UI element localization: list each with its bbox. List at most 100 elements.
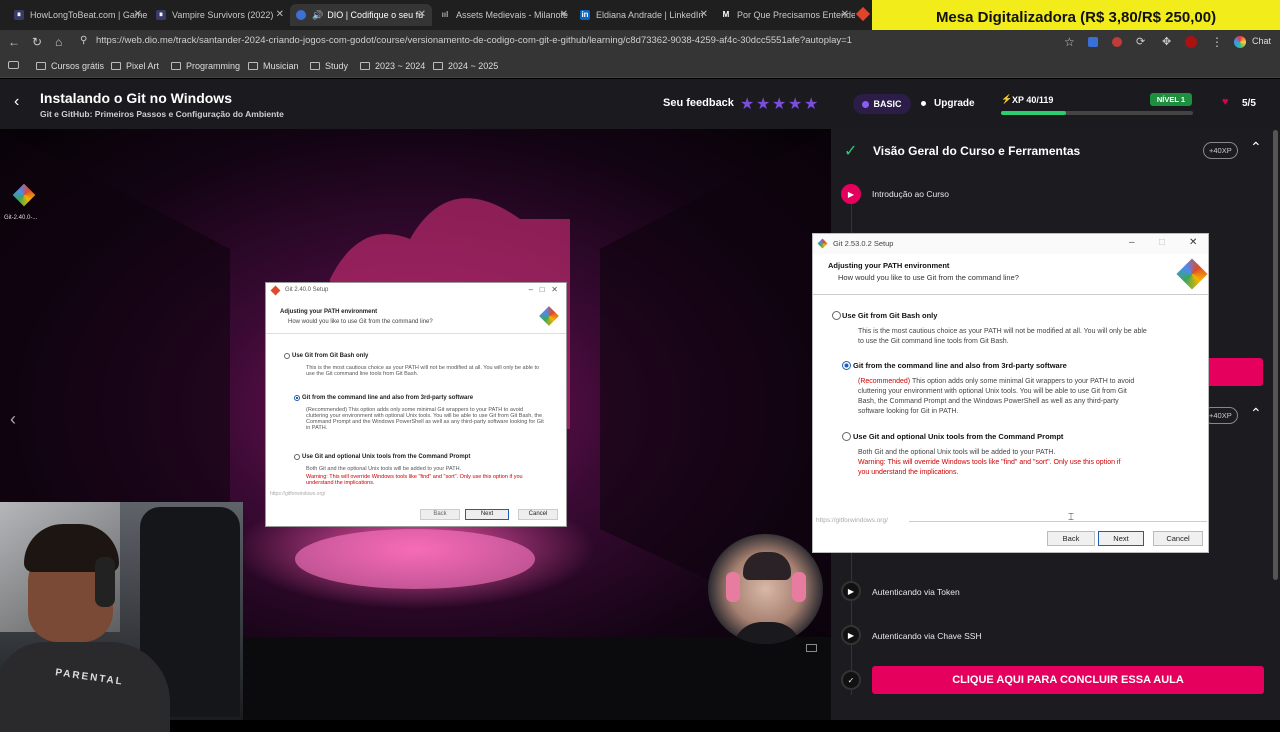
xp-progress-fill: [1001, 111, 1066, 115]
linkedin-icon: in: [580, 10, 590, 20]
browser-tab[interactable]: M Por Que Precisamos Entende ✕: [715, 4, 855, 26]
bookmark-folder[interactable]: Programming: [171, 61, 240, 71]
star-icon[interactable]: ★: [740, 94, 754, 114]
option-command-line[interactable]: Git from the command line and also from …: [842, 361, 1067, 370]
caption-icon[interactable]: [806, 644, 817, 652]
next-button[interactable]: Next: [1098, 531, 1144, 546]
xp-counter: XP 40/119: [1012, 95, 1054, 105]
next-button[interactable]: Next: [465, 509, 509, 520]
site-settings-icon[interactable]: ⚲: [80, 35, 87, 46]
extension-icon[interactable]: [1112, 37, 1122, 47]
complete-lesson-button[interactable]: CLIQUE AQUI PARA CONCLUIR ESSA AULA: [872, 666, 1264, 694]
milanote-icon: ııl: [441, 10, 449, 19]
scrollbar[interactable]: [1273, 130, 1278, 580]
lightning-icon: ⚡: [1001, 94, 1013, 104]
star-icon[interactable]: ★: [772, 94, 786, 114]
chevron-up-icon[interactable]: ⌃: [1250, 405, 1262, 422]
overlay-banner: Mesa Digitalizadora (R$ 3,80/R$ 250,00): [872, 0, 1280, 34]
reload-icon[interactable]: ↻: [32, 35, 42, 49]
browser-tab[interactable]: ⏸ Vampire Survivors (2022) ✕: [150, 4, 290, 26]
close-icon[interactable]: ✕: [134, 9, 142, 20]
bookmark-folder[interactable]: 2023 ~ 2024: [360, 61, 425, 71]
chat-button[interactable]: Chat: [1252, 36, 1271, 46]
git-logo-icon: [538, 305, 560, 327]
play-icon[interactable]: ▶: [841, 581, 861, 601]
bookmark-folder[interactable]: Cursos grátis: [36, 61, 104, 71]
git-setup-dialog: Git 2.53.0.2 Setup – □ ✕ Adjusting your …: [812, 233, 1209, 553]
dio-icon: [296, 10, 306, 20]
medium-icon: M: [722, 10, 730, 19]
gitforwindows-link[interactable]: https://gitforwindows.org/: [816, 517, 888, 524]
lesson-item[interactable]: Autenticando via Token: [872, 587, 960, 597]
browser-tab[interactable]: ııl Assets Medievais - Milanote ✕: [434, 4, 574, 26]
plan-badge[interactable]: BASIC: [853, 94, 911, 114]
back-button[interactable]: Back: [1047, 531, 1095, 546]
dialog-subheading: How would you like to use Git from the c…: [838, 273, 1019, 282]
back-arrow-icon[interactable]: ←: [8, 35, 20, 49]
folder-icon: [248, 62, 258, 70]
star-icon[interactable]: ★: [804, 94, 818, 114]
play-icon[interactable]: ▶: [841, 184, 861, 204]
star-icon[interactable]: ★: [788, 94, 802, 114]
radio-option-selected[interactable]: Git from the command line and also from …: [294, 395, 552, 401]
back-chevron-icon[interactable]: ‹: [14, 93, 19, 111]
copilot-icon[interactable]: [1234, 36, 1246, 48]
bookmark-folder[interactable]: Pixel Art: [111, 61, 159, 71]
upgrade-link[interactable]: Upgrade: [934, 98, 975, 109]
url-input[interactable]: https://web.dio.me/track/santander-2024-…: [96, 35, 852, 46]
cancel-button[interactable]: Cancel: [1153, 531, 1203, 546]
bookmark-folder[interactable]: Musician: [248, 61, 299, 71]
section-title[interactable]: Visão Geral do Curso e Ferramentas: [873, 144, 1080, 158]
radio-button[interactable]: [842, 432, 851, 441]
profile-avatar[interactable]: [1185, 36, 1197, 48]
option-git-bash-only[interactable]: Use Git from Git Bash only: [832, 311, 937, 320]
separator-dot: [921, 101, 926, 106]
chevron-up-icon[interactable]: ⌃: [1250, 139, 1262, 156]
extensions-puzzle-icon[interactable]: ✥: [1162, 35, 1171, 48]
folder-icon: [36, 62, 46, 70]
git-logo-icon: [1174, 256, 1208, 290]
extension-icon[interactable]: ⟳: [1136, 35, 1145, 48]
folder-icon: [360, 62, 370, 70]
play-icon[interactable]: ▶: [841, 625, 861, 645]
radio-option[interactable]: Use Git and optional Unix tools from the…: [294, 454, 552, 460]
radio-button[interactable]: [832, 311, 841, 320]
close-icon[interactable]: ✕: [276, 9, 284, 20]
home-icon[interactable]: ⌂: [55, 35, 62, 49]
radio-button-selected[interactable]: [842, 361, 851, 370]
active-lesson-highlight[interactable]: [1203, 358, 1263, 386]
cancel-button[interactable]: Cancel: [518, 509, 558, 520]
close-icon[interactable]: ✕: [700, 9, 708, 20]
heart-icon: ♥: [1222, 96, 1229, 108]
feedback-label: Seu feedback: [663, 97, 734, 109]
close-icon[interactable]: ✕: [841, 9, 849, 20]
browser-tab-active[interactable]: 🔊 DIO | Codifique o seu fu ✕: [290, 4, 432, 26]
git-desktop-icon: [10, 183, 38, 213]
browser-tab[interactable]: ⏸ HowLongToBeat.com | Game ✕: [8, 4, 148, 26]
desktop-icon-label: Git-2.40.0-...: [4, 215, 38, 221]
back-button[interactable]: Back: [420, 509, 460, 520]
bookmark-folder[interactable]: Study: [310, 61, 348, 71]
bookmark-star-icon[interactable]: ☆: [1064, 35, 1075, 49]
extension-icon[interactable]: [1088, 37, 1098, 47]
lesson-item[interactable]: Autenticando via Chave SSH: [872, 631, 982, 641]
radio-option[interactable]: Use Git from Git Bash only: [284, 353, 542, 359]
close-icon[interactable]: ✕: [1189, 237, 1197, 248]
close-icon[interactable]: ✕: [560, 9, 568, 20]
option-unix-tools[interactable]: Use Git and optional Unix tools from the…: [842, 432, 1063, 441]
bookmark-folder[interactable]: 2024 ~ 2025: [433, 61, 498, 71]
menu-dots-icon[interactable]: ⋮: [1211, 35, 1223, 49]
browser-tab[interactable]: in Eldiana Andrade | LinkedIn ✕: [574, 4, 714, 26]
close-icon[interactable]: ✕: [418, 9, 426, 20]
speaker-icon[interactable]: 🔊: [312, 10, 323, 21]
star-icon[interactable]: ★: [756, 94, 770, 114]
previous-arrow-icon[interactable]: ‹: [10, 409, 16, 430]
folder-icon: [433, 62, 443, 70]
lesson-item[interactable]: Introdução ao Curso: [872, 189, 949, 199]
sidebar-toggle-icon[interactable]: [8, 61, 19, 69]
lesson-subtitle: Git e GitHub: Primeiros Passos e Configu…: [40, 109, 284, 119]
minimize-icon[interactable]: –: [1129, 237, 1135, 248]
check-icon: ✓: [844, 143, 858, 160]
folder-icon: [171, 62, 181, 70]
xp-progress-bar: [1001, 111, 1193, 115]
